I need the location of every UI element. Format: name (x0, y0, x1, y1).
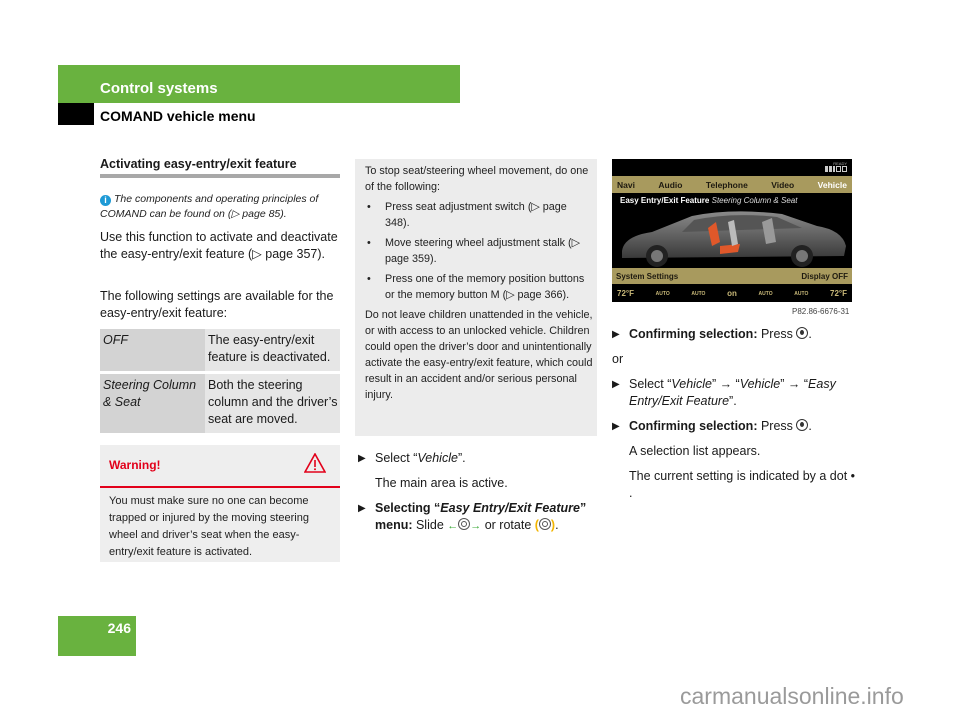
system-settings: System Settings (616, 271, 679, 281)
step-result: A selection list appears. (629, 444, 761, 458)
header-marker (58, 103, 94, 125)
menu-vehicle: Vehicle (817, 179, 847, 190)
list-item: Press seat adjustment switch (▷ page 348… (365, 199, 593, 231)
info-text: The components and operating principles … (100, 193, 319, 220)
slide-right-icon: → (470, 520, 482, 532)
step-select-menu: ▶ Selecting “Easy Entry/Exit Feature” me… (358, 501, 587, 532)
warning-title: Warning! (109, 458, 161, 472)
step-arrow-icon: ▶ (612, 421, 620, 432)
car-illustration (622, 211, 846, 267)
menu-video: Video (771, 179, 795, 190)
note-list: Press seat adjustment switch (▷ page 348… (365, 199, 593, 303)
climate-on: on (727, 289, 737, 298)
section-title: Control systems (100, 80, 218, 97)
page-number: 246 (107, 620, 131, 636)
settings-table: OFF The easy-entry/exit feature is deact… (100, 329, 340, 433)
screen-menu-bar: Navi Audio Telephone Video Vehicle (612, 176, 852, 193)
slide-left-icon: ← (447, 520, 459, 532)
warning-triangle-icon (303, 452, 327, 478)
steps-column-2: ▶ Select “Vehicle”. The main area is act… (358, 450, 603, 535)
children-warning: Do not leave children unattended in the … (365, 309, 593, 401)
menu-navi: Navi (617, 179, 635, 190)
figure-id: P82.86-6676-31 (792, 307, 850, 316)
info-icon: i (100, 195, 111, 206)
step-result: The main area is active. (375, 476, 508, 490)
warning-box: Warning! You must make sure no one can b… (100, 445, 340, 562)
step-arrow-icon: ▶ (612, 329, 620, 340)
subsection-title: COMAND vehicle menu (100, 108, 256, 124)
setting-description: Both the steering column and the driver’… (205, 371, 340, 433)
fan-auto-left-icon: AUTO (691, 290, 706, 297)
seat-auto-left-icon: AUTO (655, 290, 670, 297)
temp-right: 72°F (830, 289, 847, 298)
signal-icon (825, 166, 847, 172)
steps-column-3: ▶ Confirming selection: Press . or ▶ Sel… (612, 326, 857, 502)
step-arrow-icon: ▶ (358, 453, 366, 464)
note-intro: To stop seat/steering wheel movement, do… (365, 165, 589, 193)
warning-rule (100, 486, 340, 488)
step-arrow-icon: ▶ (358, 503, 366, 514)
comand-screen-image: READY Navi Audio Telephone Video Vehicle… (612, 159, 852, 302)
seat-auto-right-icon: AUTO (794, 290, 809, 297)
screen-footer-bar: System Settings Display OFF (612, 268, 852, 284)
press-controller-icon (796, 327, 809, 339)
controller-icon (538, 518, 551, 530)
controller-icon (458, 518, 471, 530)
setting-name: Steering Column & Seat (100, 371, 205, 433)
fan-auto-right-icon: AUTO (758, 290, 773, 297)
setting-description: The easy-entry/exit feature is deactivat… (205, 329, 340, 373)
warning-text: You must make sure no one can become tra… (109, 495, 309, 558)
stop-movement-note: To stop seat/steering wheel movement, do… (355, 159, 597, 436)
step-result: The current setting is indicated by a do… (629, 469, 856, 500)
list-item: Press one of the memory position buttons… (365, 271, 593, 303)
climate-bar: 72°F AUTO AUTO on AUTO AUTO 72°F (612, 285, 852, 302)
settings-intro: The following settings are available for… (100, 289, 334, 320)
or-text: or (612, 352, 624, 366)
info-note: i The components and operating principles… (100, 192, 345, 222)
menu-telephone: Telephone (705, 179, 748, 190)
intro-paragraph: Use this function to activate and deacti… (100, 230, 338, 261)
press-controller-icon (796, 419, 809, 431)
menu-audio: Audio (658, 179, 683, 190)
step-select-vehicle: ▶ Select “Vehicle”. (358, 451, 466, 465)
step-arrow-icon: ▶ (612, 379, 620, 390)
table-row: OFF The easy-entry/exit feature is deact… (100, 329, 340, 373)
step-confirm: ▶ Confirming selection: Press . (612, 327, 812, 341)
step-confirm: ▶ Confirming selection: Press . (612, 419, 812, 433)
table-row: Steering Column & Seat Both the steering… (100, 371, 340, 433)
temp-left: 72°F (617, 289, 634, 298)
setting-name: OFF (100, 329, 205, 373)
heading: Activating easy-entry/exit feature (100, 157, 297, 171)
screen-breadcrumb: Easy Entry/Exit Feature Steering Column … (620, 196, 798, 205)
step-select-path: ▶ Select “Vehicle” → “Vehicle” → “Easy E… (612, 377, 836, 408)
list-item: Move steering wheel adjustment stalk (▷ … (365, 235, 593, 267)
heading-rule (100, 174, 340, 178)
watermark: carmanualsonline.info (680, 683, 904, 709)
display-off: Display OFF (801, 271, 848, 281)
